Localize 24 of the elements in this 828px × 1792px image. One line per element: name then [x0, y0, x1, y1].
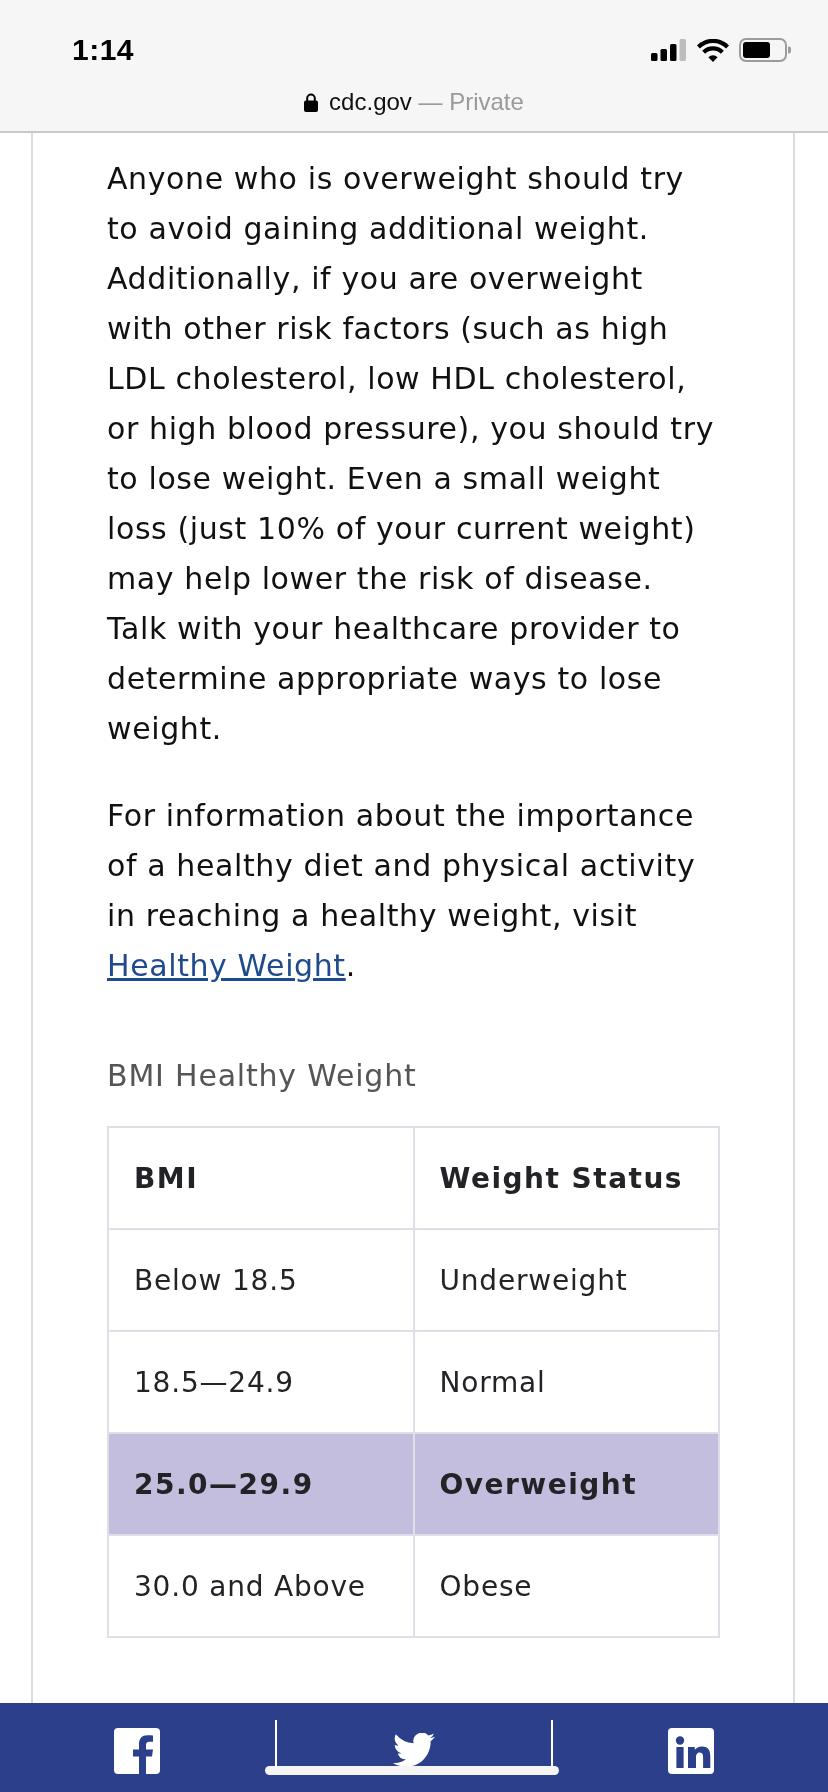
table-caption: BMI Healthy Weight: [107, 1057, 418, 1095]
table-cell: Obese: [414, 1536, 720, 1638]
private-label: — Private: [418, 88, 524, 115]
table-cell: Below 18.5: [109, 1230, 415, 1332]
body-paragraph: Anyone who is overweight should try to avoid gaining additional weight. Additionally, if you are overweight with other risk factors (such as high LDL cholesterol, low HDL cholesterol, or high blood pressure), you should try to lose weight. Even a small weight loss (just 10% of your current weight) may help lower the risk of disease. Talk with your healthcare provider to determine appropriate ways to lose weight.: [107, 160, 716, 748]
linkedin-icon[interactable]: [667, 1728, 714, 1774]
table-cell: Normal: [414, 1332, 720, 1434]
url-domain: cdc.gov: [329, 88, 412, 115]
table-cell: 30.0 and Above: [109, 1536, 415, 1638]
table-cell: 18.5—24.9: [109, 1332, 415, 1434]
body-paragraph: For information about the importance of a healthy diet and physical activity in reaching a healthy weight, visit Healthy Weight.: [107, 797, 697, 985]
column-header: BMI: [109, 1128, 415, 1230]
table-cell: Overweight: [414, 1434, 720, 1536]
wifi-icon: [697, 38, 729, 62]
lock-icon: [304, 92, 319, 112]
status-time: 1:14: [72, 33, 135, 67]
signal-icon: [651, 39, 687, 61]
text-link[interactable]: Healthy Weight: [107, 948, 346, 983]
bird-icon[interactable]: [393, 1733, 435, 1767]
facebook-icon[interactable]: [114, 1728, 161, 1774]
battery-icon: [739, 38, 791, 62]
table-cell: 25.0—29.9: [109, 1434, 415, 1536]
column-header: Weight Status: [414, 1128, 720, 1230]
table-cell: Underweight: [414, 1230, 720, 1332]
